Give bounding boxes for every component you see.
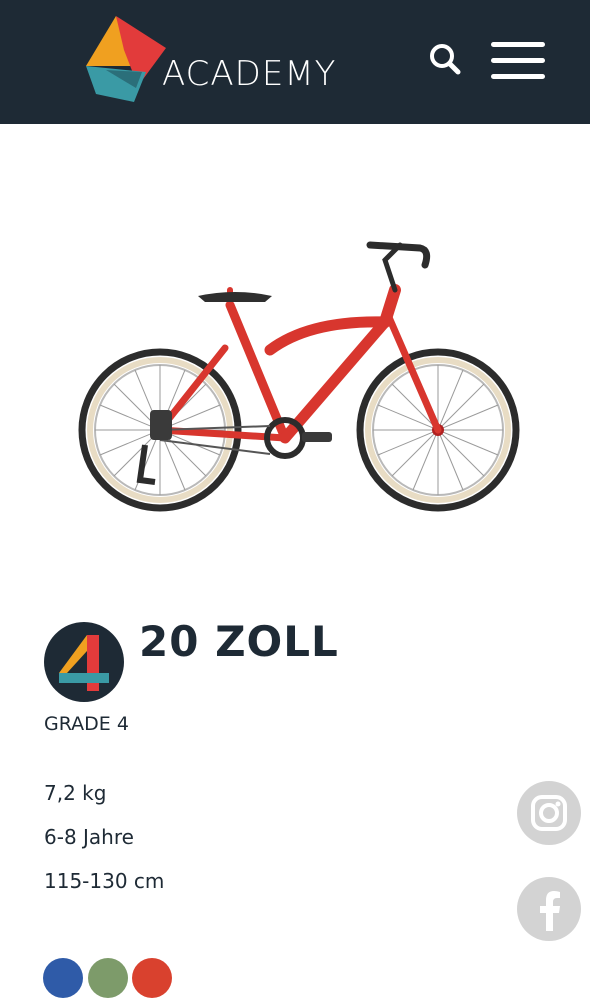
pedal — [302, 432, 332, 442]
brand-name: ACADEMY — [162, 54, 337, 94]
instagram-icon — [531, 795, 567, 831]
spec-weight: 7,2 kg — [44, 781, 107, 805]
search-icon — [430, 44, 461, 75]
saddle — [198, 292, 272, 302]
site-header: ACADEMY — [0, 0, 590, 124]
instagram-button[interactable] — [517, 781, 581, 845]
academy-logo[interactable]: ACADEMY — [76, 14, 386, 109]
hamburger-line — [491, 58, 545, 63]
cassette — [150, 410, 172, 440]
bike-image — [78, 241, 520, 512]
hamburger-line — [491, 74, 545, 79]
grade-4-badge-icon — [44, 622, 124, 702]
derailleur — [136, 444, 156, 485]
facebook-icon — [540, 891, 560, 931]
color-swatch-red[interactable] — [132, 958, 172, 998]
bike-frame — [156, 242, 442, 444]
facebook-button[interactable] — [517, 877, 581, 941]
grade-label: GRADE 4 — [44, 713, 129, 735]
hamburger-menu-icon — [491, 42, 545, 47]
color-swatch-blue[interactable] — [43, 958, 83, 998]
color-swatch-green[interactable] — [88, 958, 128, 998]
spec-height: 115-130 cm — [44, 869, 165, 893]
menu-button[interactable] — [488, 36, 548, 86]
academy-logo-mark — [86, 16, 166, 102]
handlebar — [366, 241, 431, 269]
search-button[interactable] — [424, 38, 468, 82]
product-title: 20 ZOLL — [139, 617, 339, 666]
spec-age: 6-8 Jahre — [44, 825, 134, 849]
